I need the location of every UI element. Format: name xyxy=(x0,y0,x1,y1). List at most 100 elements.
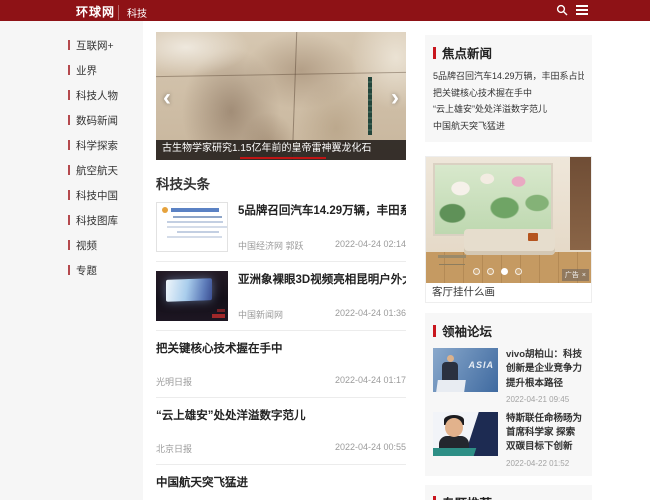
item-marker xyxy=(68,165,70,175)
sidebar-item-topics[interactable]: 专题 xyxy=(0,259,143,284)
right-column: 焦点新闻 5品牌召回汽车14.29万辆，丰田系占比97.20% 把关键核心技术握… xyxy=(425,35,592,500)
menu-icon[interactable] xyxy=(576,5,588,15)
lotus-painting xyxy=(432,163,554,237)
news-item[interactable]: 把关键核心技术握在手中 光明日报 2022-04-24 01:17 xyxy=(156,331,406,398)
news-time: 2022-04-24 00:55 xyxy=(334,442,406,452)
section-marker xyxy=(433,324,436,337)
item-marker xyxy=(68,140,70,150)
search-icon[interactable] xyxy=(556,4,568,16)
news-item-body: 亚洲象裸眼3D视频亮相昆明户外大屏 中国新闻网 2022-04-24 01:36 xyxy=(238,271,406,321)
wall-panel xyxy=(569,157,591,251)
sofa xyxy=(463,228,555,256)
news-title[interactable]: 5品牌召回汽车14.29万辆，丰田系占比97.20% xyxy=(238,202,406,218)
news-title[interactable]: “云上雄安”处处洋溢数字范儿 xyxy=(156,407,406,423)
forum-item[interactable]: 特斯联任命杨旸为首席科学家 探索双碳目标下创新 2022-04-22 01:52 xyxy=(433,411,584,468)
topic-recommend-card: 专题推荐 冰雪科技 冰雪科技 2021-12-22 08:21 xyxy=(425,484,592,500)
ad-dot[interactable] xyxy=(473,268,481,275)
sidebar-item-digital-news[interactable]: 数码新闻 xyxy=(0,109,143,134)
news-item[interactable]: 亚洲象裸眼3D视频亮相昆明户外大屏 中国新闻网 2022-04-24 01:36 xyxy=(156,262,406,331)
sidebar-menu: 互联网+ 业界 科技人物 数码新闻 科学探索 航空航天 科技中国 科技图库 视频… xyxy=(0,34,143,284)
forum-item-time: 2022-04-21 09:45 xyxy=(506,394,570,404)
news-thumbnail-led-screen xyxy=(156,271,228,321)
news-meta: 中国新闻网 2022-04-24 01:36 xyxy=(238,308,406,321)
focus-news-link[interactable]: “云上雄安”处处洋溢数字范儿 xyxy=(433,101,584,118)
ad-image[interactable]: 广告 × xyxy=(426,157,591,283)
ad-dot-active[interactable] xyxy=(501,268,509,275)
site-logo[interactable]: 环球网 xyxy=(76,3,115,20)
focus-news-link[interactable]: 把关键核心技术握在手中 xyxy=(433,85,584,102)
forum-thumbnail-speaker: ASIA xyxy=(433,348,498,392)
focus-news-title: 焦点新闻 xyxy=(442,47,493,61)
hero-carousel[interactable]: 古生物学家研究1.15亿年前的皇帝雷神翼龙化石 ‹ › xyxy=(156,32,406,160)
ad-label-text: 广告 xyxy=(564,272,579,279)
sidebar-item-tech-china[interactable]: 科技中国 xyxy=(0,184,143,209)
cushion xyxy=(528,232,539,241)
sidebar-item-industry[interactable]: 业界 xyxy=(0,59,143,84)
fossil-ruler xyxy=(368,77,372,135)
sidebar-item-label: 专题 xyxy=(76,265,97,277)
ad-dot[interactable] xyxy=(515,268,523,275)
ad-label: 广告 × xyxy=(561,269,589,281)
news-item[interactable]: 中国航天突飞猛进 北京日报 2022-04-24 00:52 xyxy=(156,465,406,500)
focus-news-header: 焦点新闻 xyxy=(433,43,584,62)
forum-item-title[interactable]: 特斯联任命杨旸为首席科学家 探索双碳目标下创新 xyxy=(506,412,584,455)
item-marker xyxy=(68,190,70,200)
forum-item[interactable]: ASIA vivo胡柏山：科技创新是企业竞争力提升根本路径 2022-04-21… xyxy=(433,348,584,404)
asia-watermark: ASIA xyxy=(468,360,494,370)
focus-news-link[interactable]: 5品牌召回汽车14.29万辆，丰田系占比97.20% xyxy=(433,68,584,85)
news-thumbnail-document xyxy=(156,202,228,252)
watermark xyxy=(217,309,225,312)
focus-news-list: 5品牌召回汽车14.29万辆，丰田系占比97.20% 把关键核心技术握在手中 “… xyxy=(433,68,584,134)
carousel-progress xyxy=(240,157,326,159)
news-title[interactable]: 亚洲象裸眼3D视频亮相昆明户外大屏 xyxy=(238,271,406,287)
focus-news-link[interactable]: 中国航天突飞猛进 xyxy=(433,118,584,135)
side-table xyxy=(437,254,466,258)
left-sidebar: 互联网+ 业界 科技人物 数码新闻 科学探索 航空航天 科技中国 科技图库 视频… xyxy=(0,21,143,500)
channel-label[interactable]: 科技 xyxy=(118,5,147,20)
item-marker xyxy=(68,115,70,125)
forum-item-body: 特斯联任命杨旸为首席科学家 探索双碳目标下创新 2022-04-22 01:52 xyxy=(506,412,584,468)
sidebar-item-science[interactable]: 科学探索 xyxy=(0,134,143,159)
leader-forum-header: 领袖论坛 xyxy=(433,321,584,340)
carousel-prev-button[interactable]: ‹ xyxy=(163,85,171,110)
sidebar-item-label: 视频 xyxy=(76,240,97,252)
item-marker xyxy=(68,65,70,75)
news-title[interactable]: 把关键核心技术握在手中 xyxy=(156,340,406,356)
sidebar-item-video[interactable]: 视频 xyxy=(0,234,143,259)
news-item[interactable]: 5品牌召回汽车14.29万辆，丰田系占比97.20% 中国经济网 郭跃 2022… xyxy=(156,193,406,262)
news-title[interactable]: 中国航天突飞猛进 xyxy=(156,474,406,490)
forum-item-time: 2022-04-22 01:52 xyxy=(506,458,570,468)
forum-item-body: vivo胡柏山：科技创新是企业竞争力提升根本路径 2022-04-21 09:4… xyxy=(506,348,584,404)
sidebar-item-tech-gallery[interactable]: 科技图库 xyxy=(0,209,143,234)
ad-caption-link[interactable]: 客厅挂什么画 xyxy=(426,283,591,302)
news-item-body: 5品牌召回汽车14.29万辆，丰田系占比97.20% 中国经济网 郭跃 2022… xyxy=(238,202,406,252)
topic-recommend-title: 专题推荐 xyxy=(442,493,492,500)
news-source: 中国经济网 郭跃 xyxy=(238,241,304,251)
top-header: 环球网 科技 xyxy=(0,0,650,21)
sidebar-item-internet[interactable]: 互联网+ xyxy=(0,34,143,59)
sidebar-item-label: 数码新闻 xyxy=(76,115,118,127)
item-marker xyxy=(68,90,70,100)
ad-close-icon[interactable]: × xyxy=(582,272,586,279)
news-source: 光明日报 xyxy=(156,377,193,387)
focus-news-card: 焦点新闻 5品牌召回汽车14.29万辆，丰田系占比97.20% 把关键核心技术握… xyxy=(425,35,592,142)
ad-banner[interactable]: 广告 × 客厅挂什么画 xyxy=(425,156,592,303)
news-meta: 光明日报 2022-04-24 01:17 xyxy=(156,375,406,388)
headlines-section-title: 科技头条 xyxy=(156,177,210,192)
forum-item-title[interactable]: vivo胡柏山：科技创新是企业竞争力提升根本路径 xyxy=(506,348,584,391)
news-meta: 中国经济网 郭跃 2022-04-24 02:14 xyxy=(238,239,406,252)
sidebar-item-label: 科学探索 xyxy=(76,140,118,152)
sidebar-item-tech-people[interactable]: 科技人物 xyxy=(0,84,143,109)
podium xyxy=(436,380,466,392)
news-item[interactable]: “云上雄安”处处洋溢数字范儿 北京日报 2022-04-24 00:55 xyxy=(156,398,406,465)
led-screen xyxy=(166,278,212,302)
main-column: 古生物学家研究1.15亿年前的皇帝雷神翼龙化石 ‹ › 科技头条 5品牌召回汽车… xyxy=(156,32,406,500)
sidebar-item-label: 业界 xyxy=(76,65,97,77)
sidebar-item-label: 科技中国 xyxy=(76,190,118,202)
document-header xyxy=(171,208,219,212)
ad-dot[interactable] xyxy=(487,268,495,275)
carousel-next-button[interactable]: › xyxy=(391,85,399,110)
news-time: 2022-04-24 02:14 xyxy=(334,239,406,249)
sidebar-item-aerospace[interactable]: 航空航天 xyxy=(0,159,143,184)
sidebar-item-label: 航空航天 xyxy=(76,165,118,177)
